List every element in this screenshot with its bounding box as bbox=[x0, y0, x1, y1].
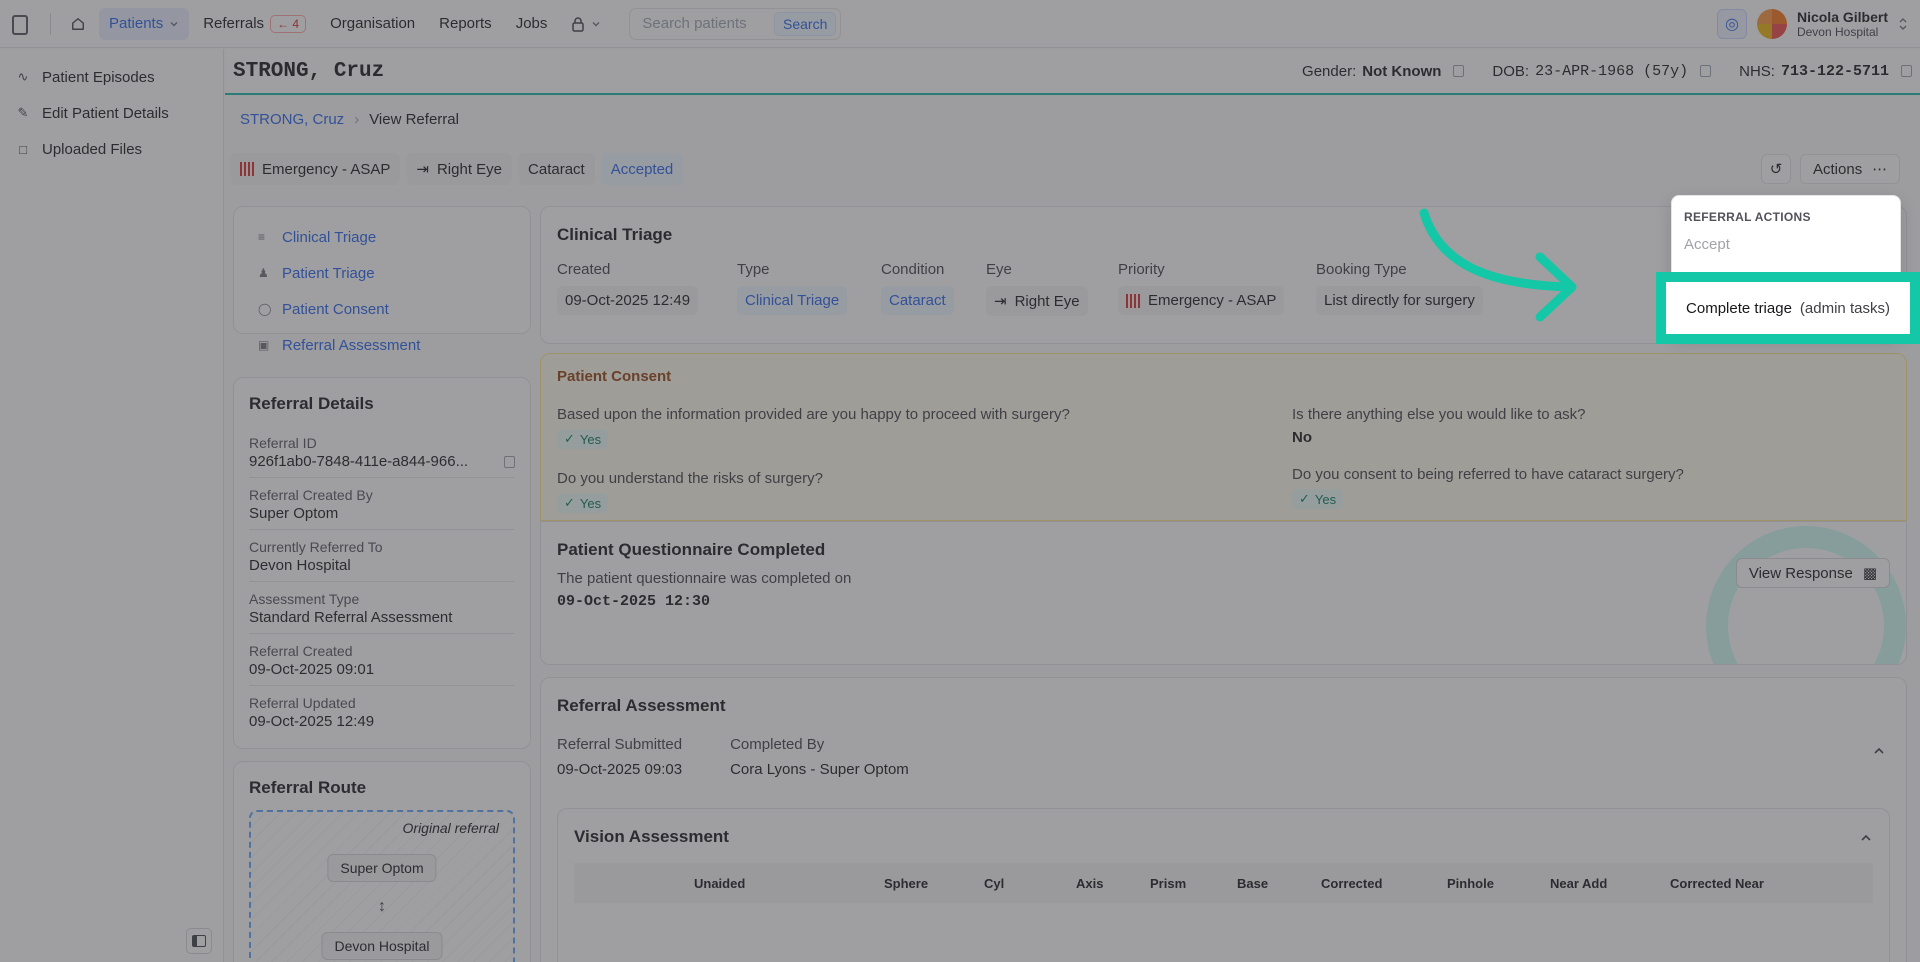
menu-header: REFERRAL ACTIONS bbox=[1684, 210, 1811, 224]
menu-item-label: Complete triage bbox=[1686, 299, 1792, 317]
tutorial-arrow-icon bbox=[1419, 208, 1577, 322]
highlight-frame: Complete triage (admin tasks) bbox=[1656, 272, 1920, 344]
menu-item-note: (admin tasks) bbox=[1799, 299, 1890, 317]
menu-item-complete-triage[interactable]: Complete triage (admin tasks) bbox=[1678, 291, 1898, 325]
modal-overlay bbox=[0, 0, 1920, 962]
menu-item-accept[interactable]: Accept bbox=[1672, 228, 1900, 260]
